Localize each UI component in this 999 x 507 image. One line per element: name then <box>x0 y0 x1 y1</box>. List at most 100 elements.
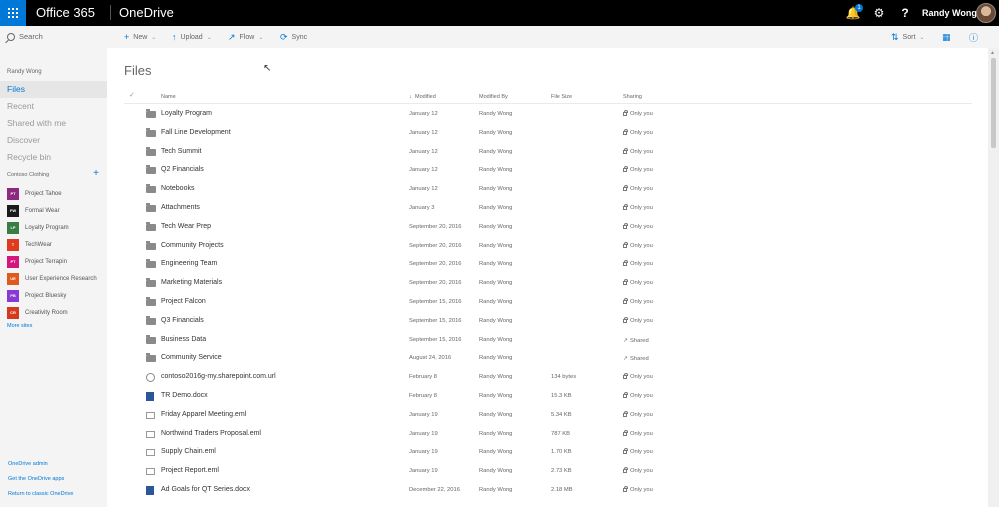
file-name[interactable]: Business Data <box>161 336 206 343</box>
file-name[interactable]: Engineering Team <box>161 260 217 267</box>
sharing-status[interactable]: Only you <box>623 241 653 249</box>
sharing-status[interactable]: ↗ Shared <box>623 337 649 344</box>
sharing-status[interactable]: Only you <box>623 128 653 136</box>
site-item[interactable]: FW Formal Wear <box>7 202 107 219</box>
sharing-status[interactable]: Only you <box>623 185 653 192</box>
site-item[interactable]: PT Project Tahoe <box>7 185 107 202</box>
nav-item-shared-with-me[interactable]: Shared with me <box>0 115 107 132</box>
more-sites-link[interactable]: More sites <box>7 323 32 329</box>
get-apps-link[interactable]: Get the OneDrive apps <box>8 472 103 487</box>
table-row[interactable]: Tech Wear Prep September 20, 2016 Randy Wo… <box>124 218 972 237</box>
file-name[interactable]: Q3 Financials <box>161 317 204 324</box>
sharing-status[interactable]: Only you <box>623 316 653 324</box>
table-row[interactable]: Community Service August 24, 2016 Randy Wo… <box>124 349 972 368</box>
table-row[interactable]: Business Data September 15, 2016 Randy Won… <box>124 331 972 350</box>
file-name[interactable]: Attachments <box>161 204 200 211</box>
help-button[interactable]: ? <box>892 0 918 26</box>
sharing-status[interactable]: ↗ Shared <box>623 355 649 362</box>
sharing-status[interactable]: Only you <box>623 297 653 305</box>
file-name[interactable]: Notebooks <box>161 185 194 192</box>
table-row[interactable]: Q2 Financials January 12 Randy Wong Only yo… <box>124 161 972 180</box>
nav-item-recycle-bin[interactable]: Recycle bin <box>0 149 107 166</box>
table-row[interactable]: Project Falcon September 15, 2016 Randy Wo… <box>124 293 972 312</box>
select-all-checkbox[interactable]: ✓ <box>129 91 135 99</box>
column-file-size[interactable]: File Size <box>551 94 572 100</box>
sharing-status[interactable]: Only you <box>623 467 653 474</box>
app-launcher-button[interactable] <box>0 0 26 26</box>
table-row[interactable]: Ad Goals for QT Series.docx December 22, … <box>124 481 972 500</box>
file-name[interactable]: Community Service <box>161 354 222 361</box>
sharing-status[interactable]: Only you <box>623 279 653 286</box>
user-name[interactable]: Randy Wong <box>922 8 977 18</box>
table-row[interactable]: Engineering Team September 20, 2016 Randy … <box>124 255 972 274</box>
app-title[interactable]: OneDrive <box>110 5 174 20</box>
sharing-status[interactable]: Only you <box>623 429 653 437</box>
table-row[interactable]: Friday Apparel Meeting.eml January 19 Rand… <box>124 406 972 425</box>
file-name[interactable]: Friday Apparel Meeting.eml <box>161 411 246 418</box>
flow-button[interactable]: ↗ Flow ⌄ <box>228 26 263 48</box>
suite-brand[interactable]: Office 365 <box>36 5 95 20</box>
file-name[interactable]: Project Falcon <box>161 298 206 305</box>
file-name[interactable]: Supply Chain.eml <box>161 448 216 455</box>
site-item[interactable]: LP Loyalty Program <box>7 219 107 236</box>
sharing-status[interactable]: Only you <box>623 373 653 380</box>
new-button[interactable]: + New ⌄ <box>124 26 156 48</box>
sort-button[interactable]: ⇅ Sort ⌄ <box>891 26 924 48</box>
sharing-status[interactable]: Only you <box>623 485 653 493</box>
add-site-button[interactable]: + <box>93 168 99 179</box>
file-name[interactable]: Tech Wear Prep <box>161 223 211 230</box>
table-row[interactable]: Supply Chain.eml January 19 Randy Wong 1.70… <box>124 443 972 462</box>
vertical-scrollbar[interactable]: ▲ <box>988 48 999 507</box>
file-name[interactable]: Ad Goals for QT Series.docx <box>161 486 250 493</box>
upload-button[interactable]: ↑ Upload ⌄ <box>172 26 212 48</box>
search-box[interactable]: Search <box>7 32 43 41</box>
nav-item-files[interactable]: Files <box>0 81 107 98</box>
sharing-status[interactable]: Only you <box>623 410 653 418</box>
file-name[interactable]: Fall Line Development <box>161 129 231 136</box>
sharing-status[interactable]: Only you <box>623 203 653 211</box>
sharing-status[interactable]: Only you <box>623 391 653 399</box>
table-row[interactable]: Notebooks January 12 Randy Wong Only you <box>124 180 972 199</box>
column-name[interactable]: Name <box>161 94 176 100</box>
table-row[interactable]: Attachments January 3 Randy Wong Only you <box>124 199 972 218</box>
sharing-status[interactable]: Only you <box>623 147 653 155</box>
table-row[interactable]: Fall Line Development January 12 Randy Won… <box>124 124 972 143</box>
scroll-up-icon[interactable]: ▲ <box>990 50 995 56</box>
sharing-status[interactable]: Only you <box>623 110 653 117</box>
view-toggle-button[interactable]: ▦ <box>942 26 951 48</box>
sharing-status[interactable]: Only you <box>623 448 653 455</box>
table-row[interactable]: Marketing Materials September 20, 2016 Ran… <box>124 274 972 293</box>
column-modified-by[interactable]: Modified By <box>479 94 508 100</box>
file-name[interactable]: Loyalty Program <box>161 110 212 117</box>
file-name[interactable]: Tech Summit <box>161 148 201 155</box>
sharing-status[interactable]: Only you <box>623 166 653 173</box>
file-name[interactable]: Q2 Financials <box>161 166 204 173</box>
nav-item-recent[interactable]: Recent <box>0 98 107 115</box>
sharing-status[interactable]: Only you <box>623 260 653 267</box>
table-row[interactable]: Loyalty Program January 12 Randy Wong Only … <box>124 105 972 124</box>
site-item[interactable]: PT Project Terrapin <box>7 253 107 270</box>
file-name[interactable]: contoso2016g-my.sharepoint.com.url <box>161 373 276 380</box>
sharing-status[interactable]: Only you <box>623 222 653 230</box>
avatar[interactable] <box>976 3 996 23</box>
table-row[interactable]: Community Projects September 20, 2016 Rand… <box>124 237 972 256</box>
site-item[interactable]: CR Creativity Room <box>7 304 107 321</box>
sync-button[interactable]: ⟳ Sync <box>280 26 307 48</box>
table-row[interactable]: Tech Summit January 12 Randy Wong Only you <box>124 143 972 162</box>
nav-item-discover[interactable]: Discover <box>0 132 107 149</box>
table-row[interactable]: Northwind Traders Proposal.eml January 19… <box>124 425 972 444</box>
notifications-button[interactable]: 🔔 1 <box>840 0 866 26</box>
site-item[interactable]: PB Project Bluesky <box>7 287 107 304</box>
scroll-thumb[interactable] <box>991 58 996 148</box>
settings-button[interactable]: ⚙ <box>866 0 892 26</box>
file-name[interactable]: Northwind Traders Proposal.eml <box>161 430 261 437</box>
file-name[interactable]: TR Demo.docx <box>161 392 208 399</box>
file-name[interactable]: Project Report.eml <box>161 467 219 474</box>
onedrive-admin-link[interactable]: OneDrive admin <box>8 457 103 472</box>
file-name[interactable]: Community Projects <box>161 242 224 249</box>
info-pane-button[interactable]: ⓘ <box>969 26 978 48</box>
site-item[interactable]: UE User Experience Research <box>7 270 107 287</box>
table-row[interactable]: TR Demo.docx February 8 Randy Wong 15.3 KB O… <box>124 387 972 406</box>
column-modified[interactable]: Modified <box>415 94 436 100</box>
table-row[interactable]: Q3 Financials September 15, 2016 Randy Won… <box>124 312 972 331</box>
